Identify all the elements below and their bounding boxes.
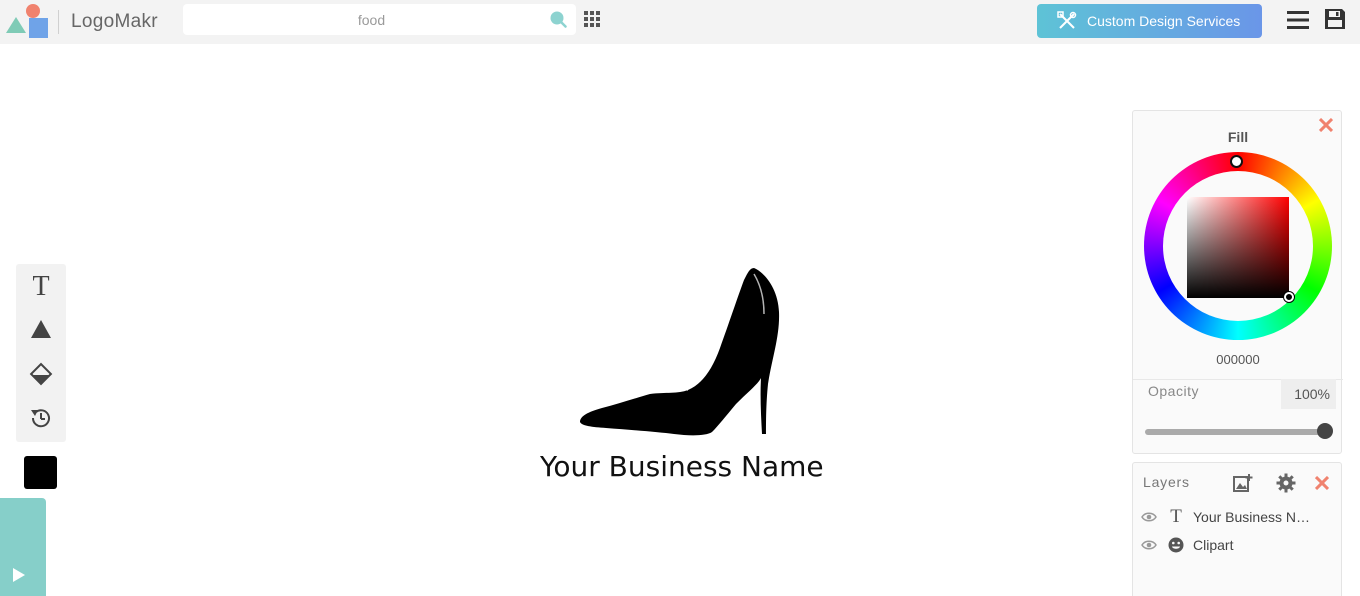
fill-title: Fill [1227, 129, 1249, 145]
text-tool-icon: T [32, 271, 50, 302]
left-toolbar: T [16, 264, 66, 442]
opacity-input[interactable] [1281, 379, 1336, 409]
shape-tool-button[interactable] [24, 312, 58, 346]
saturation-value-handle[interactable] [1284, 292, 1294, 302]
save-icon[interactable] [1323, 7, 1347, 31]
layers-title: Layers [1143, 474, 1190, 490]
hamburger-icon[interactable] [1287, 10, 1309, 30]
preview-tab[interactable] [0, 498, 46, 596]
history-icon [31, 409, 50, 428]
color-swatch[interactable] [24, 456, 57, 489]
opacity-slider-track[interactable] [1145, 429, 1331, 435]
add-image-icon[interactable] [1233, 473, 1253, 493]
background-icon [29, 362, 53, 386]
high-heel-clipart[interactable] [578, 266, 782, 438]
text-layer-icon: T [1170, 506, 1182, 527]
triangle-icon [31, 320, 51, 338]
opacity-label: Opacity [1148, 383, 1199, 399]
background-tool-button[interactable] [24, 356, 58, 390]
close-icon[interactable] [1315, 476, 1329, 490]
search-icon[interactable] [549, 10, 567, 28]
fill-panel: Fill 000000 Opacity [1132, 110, 1343, 454]
top-bar: LogoMakr Custom Design Services [0, 0, 1360, 44]
eye-icon[interactable] [1141, 539, 1157, 551]
custom-design-services-button[interactable]: Custom Design Services [1037, 4, 1262, 38]
eye-icon[interactable] [1141, 511, 1157, 523]
gear-icon[interactable] [1276, 473, 1296, 493]
layer-label: Your Business N… [1193, 509, 1310, 525]
text-tool-button[interactable]: T [24, 270, 58, 304]
smiley-icon [1168, 537, 1184, 553]
layer-label: Clipart [1193, 537, 1234, 553]
saturation-value-square[interactable] [1187, 197, 1289, 298]
search-input[interactable] [183, 4, 576, 35]
layers-panel: Layers T Your Business N… Clipart [1132, 462, 1342, 596]
hue-handle[interactable] [1230, 155, 1243, 168]
opacity-slider-thumb[interactable] [1317, 423, 1333, 439]
layer-row[interactable]: Clipart [1133, 532, 1343, 558]
grid-icon[interactable] [584, 11, 600, 27]
logomakr-logo-icon[interactable] [5, 2, 51, 40]
business-name-text[interactable]: Your Business Name [540, 450, 824, 483]
search-box[interactable] [183, 4, 576, 35]
layer-row[interactable]: T Your Business N… [1133, 504, 1343, 530]
logo-divider [58, 10, 59, 34]
close-icon[interactable] [1319, 118, 1333, 132]
history-tool-button[interactable] [24, 400, 58, 434]
hex-value[interactable]: 000000 [1133, 352, 1343, 367]
custom-design-services-label: Custom Design Services [1087, 13, 1241, 29]
play-icon [13, 568, 25, 582]
app-name[interactable]: LogoMakr [71, 11, 158, 33]
tools-icon [1057, 11, 1077, 29]
